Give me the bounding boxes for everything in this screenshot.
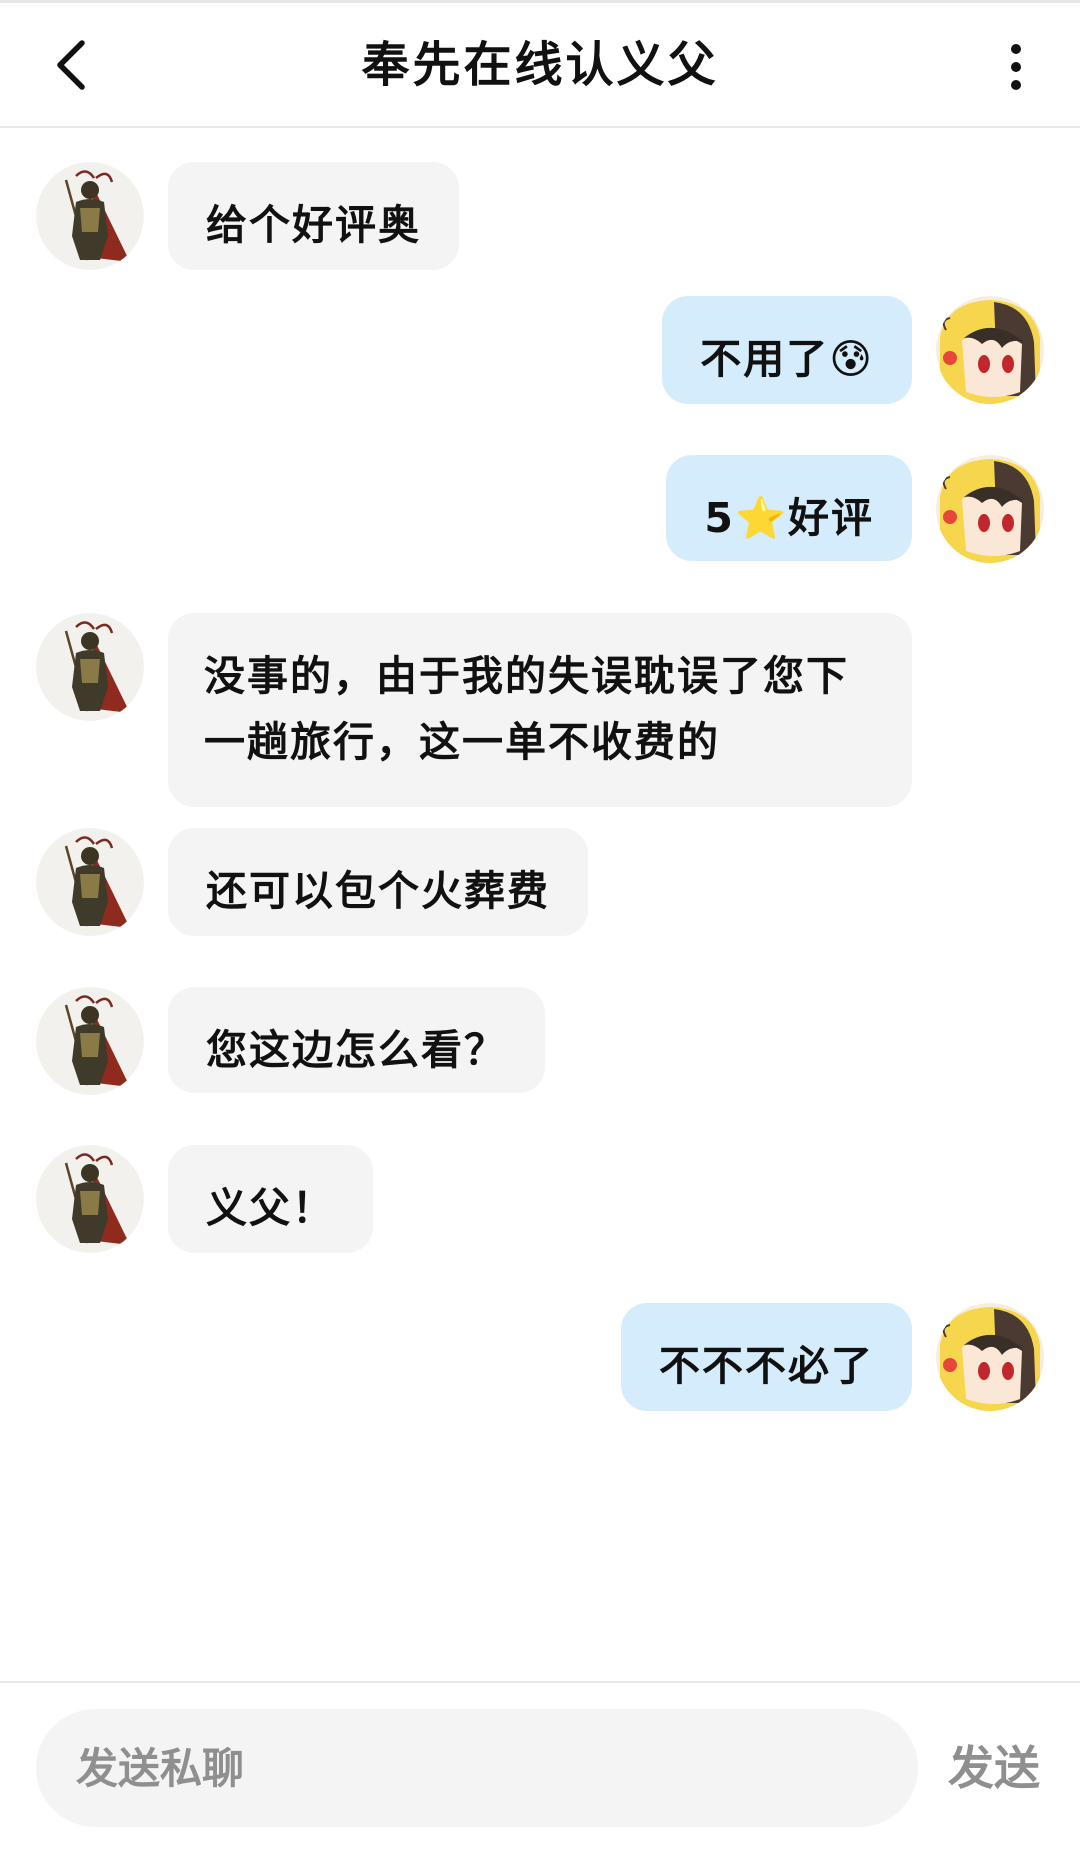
warrior-avatar[interactable] bbox=[36, 613, 144, 721]
message-bubble[interactable]: 给个好评奥 bbox=[168, 162, 459, 270]
message-bubble[interactable]: 您这边怎么看？ bbox=[168, 987, 545, 1093]
pikachu-hood-avatar[interactable] bbox=[936, 296, 1044, 404]
message-list[interactable]: 给个好评奥 不用了😰 5⭐好评 没事的，由于我的失误耽误了您下一趟旅行，这一单不… bbox=[0, 128, 1080, 1681]
message-bubble[interactable]: 还可以包个火葬费 bbox=[168, 828, 588, 936]
send-button[interactable]: 发送 bbox=[948, 1738, 1040, 1798]
page-title: 奉先在线认义父 bbox=[361, 37, 719, 93]
warrior-avatar[interactable] bbox=[36, 828, 144, 936]
message-bubble[interactable]: 义父！ bbox=[168, 1145, 373, 1253]
message-bubble[interactable]: 不用了😰 bbox=[662, 296, 912, 404]
more-vertical-icon bbox=[1011, 44, 1021, 90]
chat-header: 奉先在线认义父 bbox=[0, 0, 1080, 128]
warrior-avatar[interactable] bbox=[36, 987, 144, 1095]
pikachu-hood-avatar[interactable] bbox=[936, 1303, 1044, 1411]
more-button[interactable] bbox=[996, 37, 1036, 97]
message-bubble[interactable]: 5⭐好评 bbox=[666, 455, 912, 561]
warrior-avatar[interactable] bbox=[36, 162, 144, 270]
message-bubble[interactable]: 不不不必了 bbox=[621, 1303, 912, 1411]
composer-bar: 发送 bbox=[0, 1681, 1080, 1852]
message-input[interactable] bbox=[36, 1709, 918, 1827]
pikachu-hood-avatar[interactable] bbox=[936, 455, 1044, 563]
message-bubble[interactable]: 没事的，由于我的失误耽误了您下一趟旅行，这一单不收费的 bbox=[168, 613, 912, 807]
warrior-avatar[interactable] bbox=[36, 1145, 144, 1253]
